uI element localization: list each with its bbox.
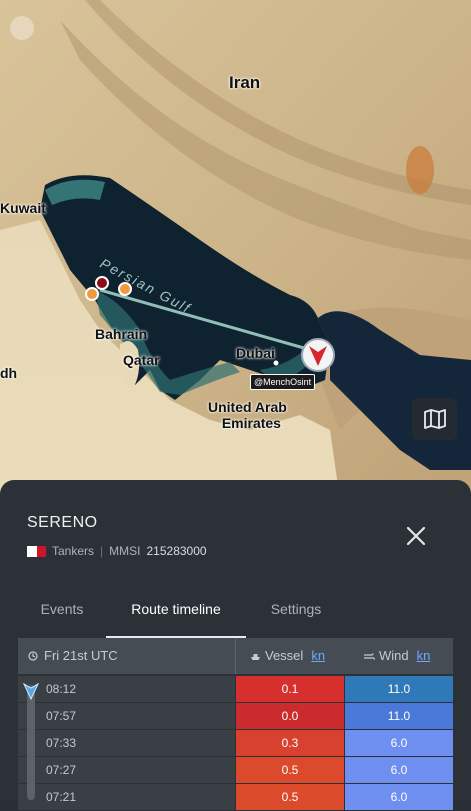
- row-vessel-speed: 0.1: [236, 676, 344, 703]
- close-button[interactable]: [404, 524, 428, 548]
- map-label-uae: United Arab Emirates: [208, 399, 287, 431]
- tab-settings[interactable]: Settings: [246, 592, 346, 638]
- clock-icon: [28, 651, 38, 661]
- wind-unit-toggle[interactable]: kn: [417, 648, 431, 663]
- watermark: @MenchOsint: [250, 374, 316, 390]
- vessel-type: Tankers: [52, 544, 95, 558]
- map-label-uae-line2: Emirates: [221, 415, 281, 431]
- row-time: 07:33: [18, 730, 235, 757]
- flag-icon: [27, 545, 46, 557]
- row-wind-speed: 6.0: [345, 784, 453, 811]
- map-view[interactable]: Iran Kuwait dh Bahrain Qatar Dubai Unite…: [0, 0, 471, 500]
- wind-speed-header: Wind kn: [363, 638, 430, 674]
- vessel-speed-header: Vessel kn: [250, 638, 325, 674]
- status-icon: [10, 16, 34, 40]
- timeline-scrubber-track[interactable]: [27, 685, 35, 800]
- map-label-uae-line1: United Arab: [208, 399, 287, 415]
- map-label-iran: Iran: [229, 73, 261, 92]
- timeline-row[interactable]: 07:21 0.5 6.0: [18, 784, 453, 811]
- map-label-qatar: Qatar: [123, 352, 160, 368]
- row-wind-speed: 6.0: [345, 730, 453, 757]
- row-wind-speed: 11.0: [345, 703, 453, 730]
- vessel-unit-toggle[interactable]: kn: [311, 648, 325, 663]
- tab-route-timeline[interactable]: Route timeline: [106, 592, 246, 638]
- timeline-row[interactable]: 07:27 0.5 6.0: [18, 757, 453, 784]
- timeline-row[interactable]: 07:57 0.0 11.0: [18, 703, 453, 730]
- wind-icon: [364, 653, 376, 660]
- date-header: Fri 21st UTC: [28, 638, 118, 674]
- row-time: 08:12: [18, 676, 235, 703]
- timeline-header: Fri 21st UTC Vessel kn Wind kn: [18, 638, 453, 674]
- meta-separator: |: [100, 544, 104, 558]
- close-icon: [406, 526, 426, 546]
- date-header-label: Fri 21st UTC: [44, 648, 118, 663]
- row-wind-speed: 6.0: [345, 757, 453, 784]
- vessel-marker-icon: [301, 338, 335, 372]
- row-vessel-speed: 0.0: [236, 703, 344, 730]
- row-vessel-speed: 0.5: [236, 784, 344, 811]
- vessel-header-label: Vessel: [265, 648, 304, 663]
- map-layers-button[interactable]: [412, 398, 457, 440]
- timeline-row[interactable]: 08:12 0.1 11.0: [18, 676, 453, 703]
- mmsi-label: MMSI: [109, 544, 141, 558]
- row-wind-speed: 11.0: [345, 676, 453, 703]
- timeline-position-icon[interactable]: [22, 682, 40, 700]
- map-label-edge: dh: [0, 365, 18, 381]
- vessel-name: SERENO: [27, 514, 98, 531]
- row-time: 07:57: [18, 703, 235, 730]
- ship-icon: [251, 654, 260, 660]
- map-label-kuwait: Kuwait: [0, 200, 46, 216]
- row-time: 07:27: [18, 757, 235, 784]
- map-label-bahrain: Bahrain: [95, 326, 148, 342]
- wind-header-label: Wind: [379, 648, 409, 663]
- row-vessel-speed: 0.3: [236, 730, 344, 757]
- tab-events[interactable]: Events: [18, 592, 106, 638]
- row-vessel-speed: 0.5: [236, 757, 344, 784]
- mmsi-value: 215283000: [146, 544, 207, 558]
- vessel-meta: Tankers | MMSI 215283000: [27, 544, 207, 558]
- tab-bar: Events Route timeline Settings: [18, 592, 453, 639]
- timeline-row[interactable]: 07:33 0.3 6.0: [18, 730, 453, 757]
- vessel-panel: SERENO Tankers | MMSI 215283000 Events R…: [0, 480, 471, 811]
- map-icon: [423, 409, 446, 429]
- header-divider: [235, 638, 236, 674]
- row-time: 07:21: [18, 784, 235, 811]
- map-label-dubai: Dubai: [236, 345, 275, 361]
